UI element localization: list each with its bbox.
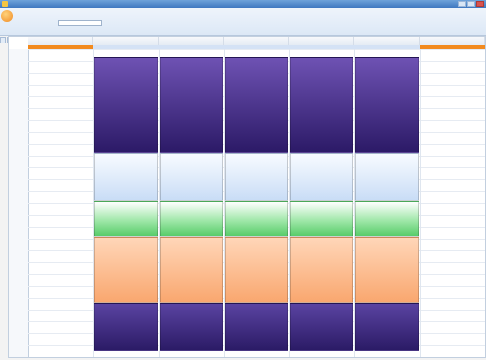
event-lightblue[interactable] (224, 153, 289, 201)
time-label (10, 203, 27, 208)
event-purple[interactable] (159, 57, 223, 153)
time-label (10, 250, 27, 255)
time-label (10, 61, 27, 66)
tab-1[interactable] (0, 37, 6, 43)
title-bar (0, 0, 486, 8)
time-label (10, 215, 27, 220)
time-gutter (9, 49, 29, 357)
toolbar-label (31, 20, 39, 25)
close-button[interactable] (476, 1, 484, 7)
time-label (10, 108, 27, 113)
event-orange[interactable] (94, 237, 158, 303)
event-orange[interactable] (355, 237, 419, 303)
app-menu-orb-icon[interactable] (1, 10, 13, 22)
event-green[interactable] (94, 201, 158, 237)
event-dark[interactable] (290, 303, 354, 351)
time-label (10, 179, 27, 184)
time-label (10, 286, 27, 291)
event-purple[interactable] (355, 57, 419, 153)
app-toolbar (0, 8, 486, 43)
time-grid[interactable] (28, 49, 485, 357)
time-label (10, 239, 27, 244)
time-label (10, 49, 27, 54)
time-label (10, 167, 27, 172)
event-lightblue[interactable] (290, 153, 354, 201)
day-column-divider (419, 49, 421, 357)
time-label (10, 227, 27, 232)
time-label (10, 262, 27, 267)
time-label (10, 274, 27, 279)
window-controls (458, 1, 484, 7)
day-header[interactable] (159, 37, 224, 45)
event-dark[interactable] (224, 303, 289, 351)
event-purple[interactable] (94, 57, 158, 153)
event-green[interactable] (159, 201, 223, 237)
event-lightblue[interactable] (94, 153, 158, 201)
time-label (10, 310, 27, 315)
time-label (10, 132, 27, 137)
app-icon (2, 1, 8, 7)
day-header[interactable] (28, 37, 94, 45)
event-purple[interactable] (224, 57, 289, 153)
time-label (10, 144, 27, 149)
app-heading (16, 11, 76, 16)
time-label (10, 120, 27, 125)
event-green[interactable] (355, 201, 419, 237)
event-lightblue[interactable] (159, 153, 223, 201)
day-header[interactable] (289, 37, 355, 45)
event-orange[interactable] (159, 237, 223, 303)
minimize-button[interactable] (458, 1, 466, 7)
maximize-button[interactable] (467, 1, 475, 7)
event-orange[interactable] (224, 237, 289, 303)
window-title (10, 1, 250, 7)
event-green[interactable] (290, 201, 354, 237)
time-label (10, 156, 27, 161)
event-orange[interactable] (290, 237, 354, 303)
time-label (10, 333, 27, 338)
time-label (10, 73, 27, 78)
event-dark[interactable] (159, 303, 223, 351)
time-label (10, 85, 27, 90)
day-header[interactable] (420, 37, 485, 45)
event-green[interactable] (224, 201, 289, 237)
day-header[interactable] (354, 37, 420, 45)
time-label (10, 345, 27, 350)
toolbar-field[interactable] (58, 20, 102, 26)
day-header[interactable] (224, 37, 290, 45)
day-header[interactable] (93, 37, 159, 45)
event-purple[interactable] (290, 57, 354, 153)
time-label (10, 191, 27, 196)
event-dark[interactable] (355, 303, 419, 351)
time-label (10, 298, 27, 303)
event-lightblue[interactable] (355, 153, 419, 201)
time-label (10, 321, 27, 326)
time-label (10, 96, 27, 101)
week-calendar (8, 36, 486, 358)
event-dark[interactable] (94, 303, 158, 351)
hour-line (28, 49, 485, 50)
